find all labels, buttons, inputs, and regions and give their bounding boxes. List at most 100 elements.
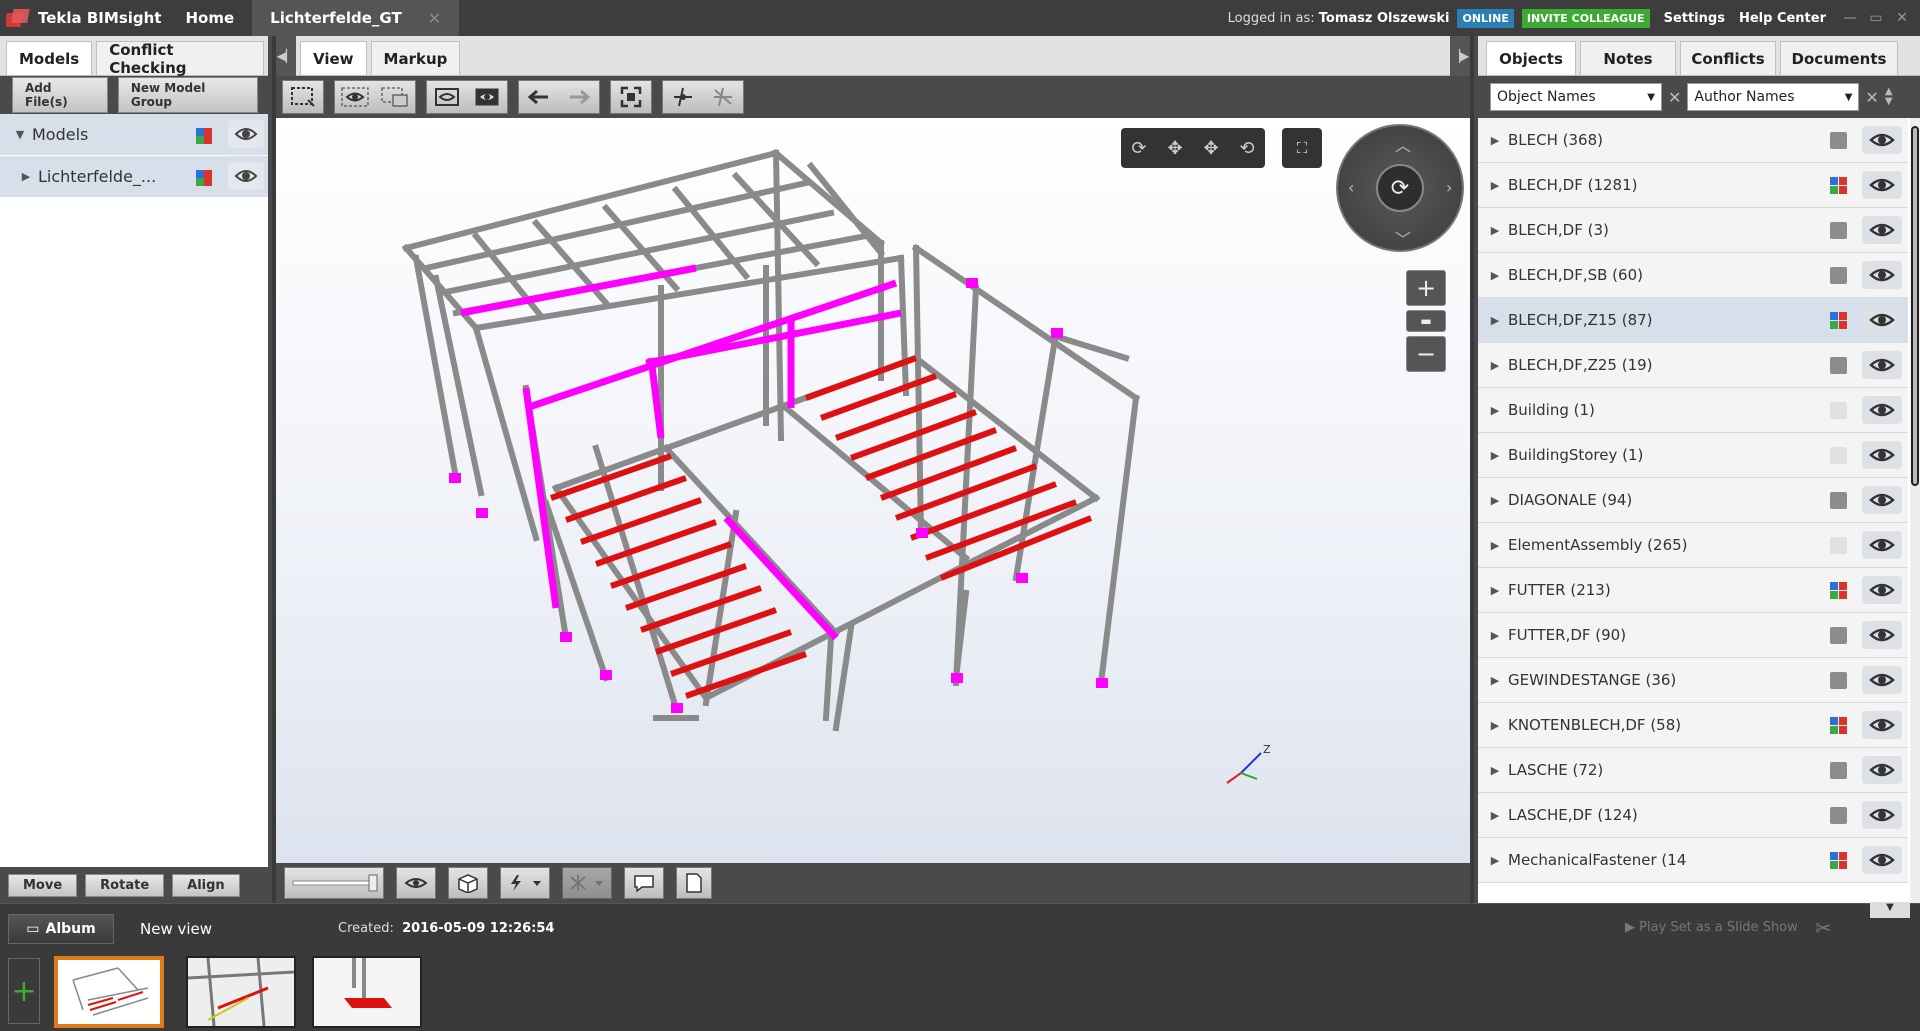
color-swatch-icon[interactable] [1830,627,1847,644]
visibility-eye-icon[interactable] [1862,711,1902,739]
zoom-slider-handle[interactable]: ▬ [1406,310,1446,332]
add-view-button[interactable]: + [8,958,40,1024]
list-item[interactable]: ▶ FUTTER,DF (90) [1478,613,1908,658]
list-item[interactable]: ▶ BLECH,DF,Z15 (87) [1478,298,1908,343]
color-swatch-icon[interactable] [1830,762,1847,779]
visibility-eye-icon[interactable] [1862,351,1902,379]
redo-icon[interactable] [559,81,599,113]
steel-structure-model[interactable]: Z [276,118,1470,863]
fit-to-view-icon[interactable] [611,81,651,113]
list-item[interactable]: ▶ Building (1) [1478,388,1908,433]
color-swatch-icon[interactable] [1830,267,1847,284]
3d-box-icon[interactable] [448,867,488,899]
objects-scrollbar[interactable] [1910,118,1920,903]
visibility-eye-icon[interactable] [1862,801,1902,829]
align-button[interactable]: Align [172,873,240,897]
expand-right-icon[interactable]: ▶ [1482,809,1508,822]
list-item[interactable]: ▶ BLECH,DF,Z25 (19) [1478,343,1908,388]
new-model-group-button[interactable]: New Model Group [117,77,258,113]
color-swatch-icon[interactable] [1830,672,1847,689]
color-swatch-icon[interactable] [196,170,212,186]
sort-icon[interactable]: ▲ ▼ [1885,87,1893,107]
orbit-center-icon[interactable]: ⟳ [1376,164,1424,212]
visibility-eye-icon[interactable] [1862,171,1902,199]
expand-right-icon[interactable]: ▶ [1482,674,1508,687]
visibility-eye-icon[interactable] [1862,846,1902,874]
expand-right-icon[interactable]: ▶ [1482,854,1508,867]
expand-down-icon[interactable]: ▼ [8,128,32,141]
look-around-icon[interactable]: ⟲ [1229,128,1265,168]
clip-plane-icon[interactable] [663,81,703,113]
list-item[interactable]: ▶ BLECH,DF (1281) [1478,163,1908,208]
zoom-in-icon[interactable]: + [1406,270,1446,306]
fullscreen-icon[interactable]: ⛶ [1282,128,1322,168]
orbit-up-icon[interactable]: ︿ [1395,132,1411,156]
list-item[interactable]: ▶ ElementAssembly (265) [1478,523,1908,568]
view-thumbnail[interactable] [312,956,422,1028]
minimize-icon[interactable]: — [1840,10,1860,26]
expand-right-icon[interactable]: ▶ [1482,494,1508,507]
isolate-icon[interactable] [427,81,467,113]
color-swatch-icon[interactable] [1830,312,1847,329]
move-button[interactable]: Move [8,873,78,897]
color-swatch-icon[interactable] [1830,222,1847,239]
hide-selected-icon[interactable] [375,81,415,113]
show-all-icon[interactable] [467,81,507,113]
list-item[interactable]: ▶ LASCHE,DF (124) [1478,793,1908,838]
tab-models[interactable]: Models [6,41,93,75]
remove-clip-icon[interactable] [703,81,743,113]
rotate-button[interactable]: Rotate [85,873,165,897]
visibility-eye-icon[interactable] [1862,261,1902,289]
visibility-eye-icon[interactable] [1862,306,1902,334]
color-swatch-icon[interactable] [196,128,212,144]
expand-right-icon[interactable]: ▶ [1482,404,1508,417]
move-mode-icon[interactable]: ✥ [1193,128,1229,168]
visibility-eye-icon[interactable] [228,162,264,190]
tools-icon[interactable]: ✂ [1815,916,1832,940]
tab-conflict-checking[interactable]: Conflict Checking [96,41,264,77]
tab-markup[interactable]: Markup [370,41,461,75]
box-select-icon[interactable] [283,81,323,113]
list-item[interactable]: ▶ KNOTENBLECH,DF (58) [1478,703,1908,748]
zoom-out-icon[interactable]: − [1406,336,1446,372]
object-names-dropdown[interactable]: Object Names ▼ [1490,83,1662,111]
color-swatch-icon[interactable] [1830,537,1847,554]
show-selected-icon[interactable] [335,81,375,113]
list-item[interactable]: ▶ LASCHE (72) [1478,748,1908,793]
clear-object-filter-icon[interactable]: ✕ [1668,88,1681,107]
author-names-dropdown[interactable]: Author Names ▼ [1687,83,1860,111]
expand-right-icon[interactable]: ▶ [14,170,38,183]
document-icon[interactable] [676,867,712,899]
scrollbar-thumb[interactable] [1911,126,1919,486]
tab-documents[interactable]: Documents [1780,41,1898,75]
visibility-eye-icon[interactable] [1862,126,1902,154]
visibility-eye-icon[interactable] [1862,666,1902,694]
transparency-slider[interactable] [284,867,384,899]
list-item[interactable]: ▶ MechanicalFastener (14 [1478,838,1908,883]
orbit-right-icon[interactable]: › [1446,178,1452,197]
tab-notes[interactable]: Notes [1580,41,1676,75]
tab-objects[interactable]: Objects [1486,41,1576,75]
collapse-right-icon[interactable]: ▕▶ [1450,36,1470,76]
expand-right-icon[interactable]: ▶ [1482,449,1508,462]
expand-right-icon[interactable]: ▶ [1482,179,1508,192]
color-swatch-icon[interactable] [1830,717,1847,734]
collapse-left-icon[interactable]: ◀▏ [276,36,296,76]
maximize-icon[interactable]: ▭ [1866,10,1886,26]
visibility-eye-icon[interactable] [1862,621,1902,649]
color-swatch-icon[interactable] [1830,582,1847,599]
expand-right-icon[interactable]: ▶ [1482,314,1508,327]
visibility-eye-icon[interactable] [1862,216,1902,244]
view-thumbnail[interactable] [186,956,296,1028]
orbit-down-icon[interactable]: ﹀ [1395,226,1411,250]
color-swatch-icon[interactable] [1830,852,1847,869]
visibility-eye-icon[interactable] [1862,396,1902,424]
color-swatch-icon[interactable] [1830,177,1847,194]
visibility-eye-icon[interactable] [1862,756,1902,784]
project-tab[interactable]: Lichterfelde_GT ✕ [252,0,460,36]
lightning-icon[interactable] [500,867,550,899]
expand-right-icon[interactable]: ▶ [1482,134,1508,147]
list-item[interactable]: ▶ BLECH (368) [1478,118,1908,163]
visibility-eye-icon[interactable] [228,120,264,148]
tree-row-models[interactable]: ▼ Models [0,114,268,156]
